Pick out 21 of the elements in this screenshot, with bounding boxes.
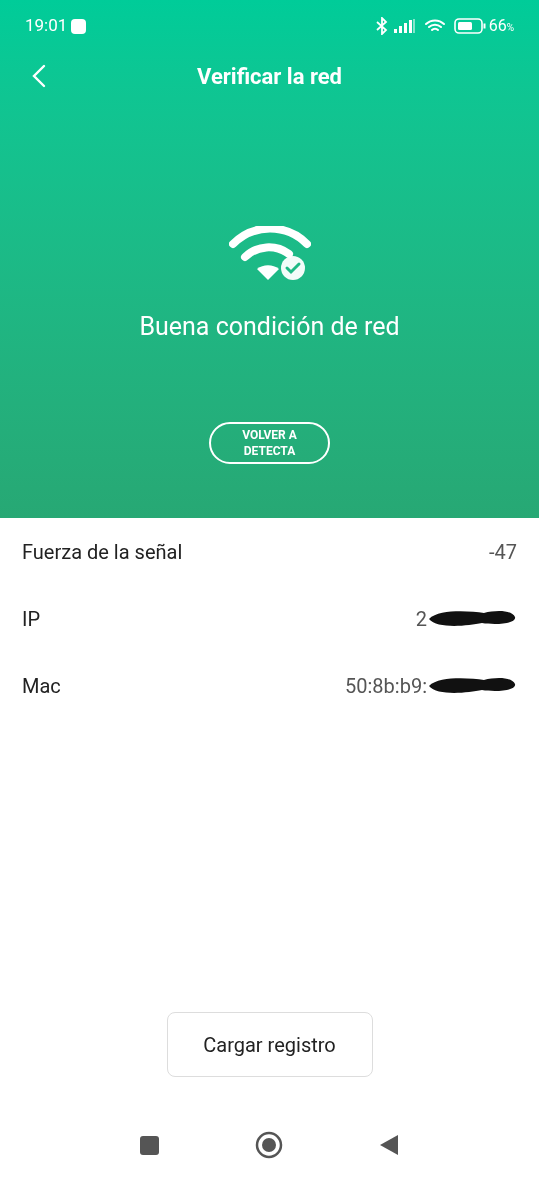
network-status: Buena condición de red: [139, 311, 400, 343]
row-value: 50:8b:b9:: [345, 672, 427, 700]
back-nav-icon[interactable]: [379, 1134, 399, 1156]
wifi-check-icon: [228, 226, 311, 282]
signal-icon: [393, 19, 416, 33]
notification-icon: [71, 18, 87, 34]
row-label: Fuerza de la señal: [22, 538, 183, 566]
home-icon[interactable]: [255, 1131, 283, 1159]
row-value: 2: [415, 605, 427, 633]
status-time: 19:01: [25, 14, 68, 38]
row-label: Mac: [22, 672, 61, 700]
upload-log-button[interactable]: Cargar registro: [166, 1012, 373, 1077]
back-icon: [32, 64, 46, 88]
battery-percent: 66%: [488, 15, 514, 37]
row-label: IP: [22, 605, 41, 633]
page-title: Verificar la red: [197, 62, 342, 91]
wifi-icon: [423, 18, 446, 34]
bluetooth-icon: [375, 17, 388, 35]
recent-apps-icon[interactable]: [140, 1135, 159, 1155]
row-value: -47: [489, 538, 517, 566]
battery-icon: [453, 18, 486, 34]
